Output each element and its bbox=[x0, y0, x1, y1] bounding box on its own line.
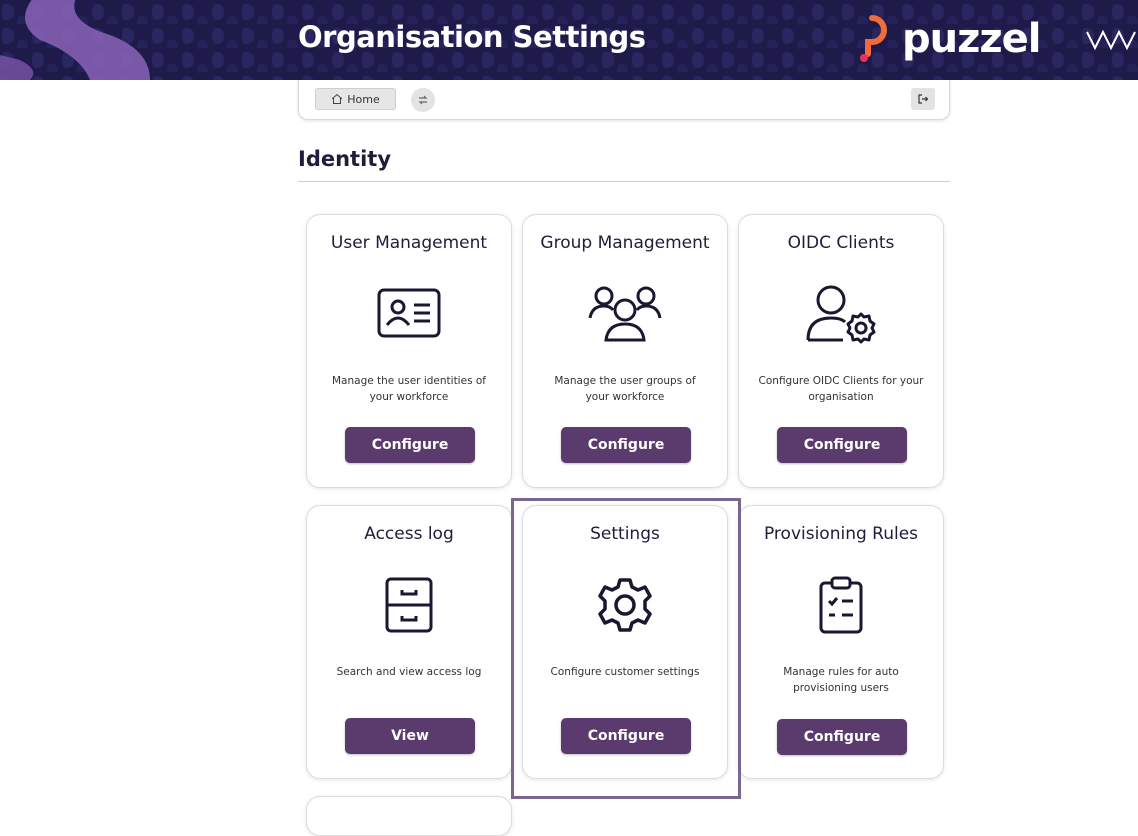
access-log-card: Access log Search and view access log Vi… bbox=[306, 505, 512, 779]
card-title: Provisioning Rules bbox=[763, 524, 919, 544]
brand-swoosh-graphic bbox=[0, 0, 150, 80]
home-label: Home bbox=[347, 92, 380, 106]
swap-icon bbox=[418, 95, 428, 105]
puzzel-logo[interactable]: puzzel bbox=[858, 14, 1042, 64]
next-card-partial bbox=[306, 796, 512, 836]
home-icon bbox=[331, 93, 343, 104]
card-description: Manage rules for auto provisioning users bbox=[783, 666, 899, 694]
card-description: Manage the user identities of your workf… bbox=[331, 375, 486, 403]
user-management-card: User Management Manage the user identiti… bbox=[306, 214, 512, 488]
file-cabinet-icon bbox=[385, 577, 433, 633]
card-title: Access log bbox=[364, 524, 454, 544]
user-settings-icon bbox=[806, 285, 876, 344]
switch-organisation-button[interactable] bbox=[411, 88, 435, 112]
oidc-clients-card: OIDC Clients Configure OIDC Clients for … bbox=[738, 214, 944, 488]
brand-name: puzzel bbox=[902, 16, 1042, 62]
id-card-icon bbox=[377, 288, 441, 338]
navigation-bar: Home bbox=[298, 80, 950, 120]
card-description: Manage the user groups of your workforce bbox=[554, 375, 696, 403]
user-management-configure-button[interactable]: Configure bbox=[345, 427, 475, 463]
group-management-configure-button[interactable]: Configure bbox=[561, 427, 691, 463]
provisioning-rules-configure-button[interactable]: Configure bbox=[777, 719, 907, 755]
oidc-clients-configure-button[interactable]: Configure bbox=[777, 427, 907, 463]
page-title: Organisation Settings bbox=[298, 20, 646, 54]
section-title: Identity bbox=[298, 147, 392, 171]
section-divider bbox=[298, 181, 950, 182]
users-group-icon bbox=[588, 286, 662, 342]
card-title: Group Management bbox=[540, 233, 710, 253]
provisioning-rules-card: Provisioning Rules Manage rules for auto… bbox=[738, 505, 944, 779]
logout-button[interactable] bbox=[911, 88, 935, 110]
card-description: Configure OIDC Clients for your organisa… bbox=[758, 375, 924, 403]
home-button[interactable]: Home bbox=[315, 88, 396, 110]
clipboard-checklist-icon bbox=[819, 576, 863, 634]
card-description: Search and view access log bbox=[336, 666, 482, 678]
access-log-view-button[interactable]: View bbox=[345, 718, 475, 754]
card-title: OIDC Clients bbox=[787, 233, 895, 253]
logout-icon bbox=[918, 94, 929, 104]
header-banner: Organisation Settings puzzel bbox=[0, 0, 1138, 80]
wave-graphic bbox=[1086, 29, 1136, 51]
card-title: User Management bbox=[330, 233, 488, 253]
group-management-card: Group Management Manage the user groups … bbox=[522, 214, 728, 488]
puzzel-logo-mark-icon bbox=[860, 15, 887, 62]
settings-card-highlight bbox=[511, 498, 741, 799]
